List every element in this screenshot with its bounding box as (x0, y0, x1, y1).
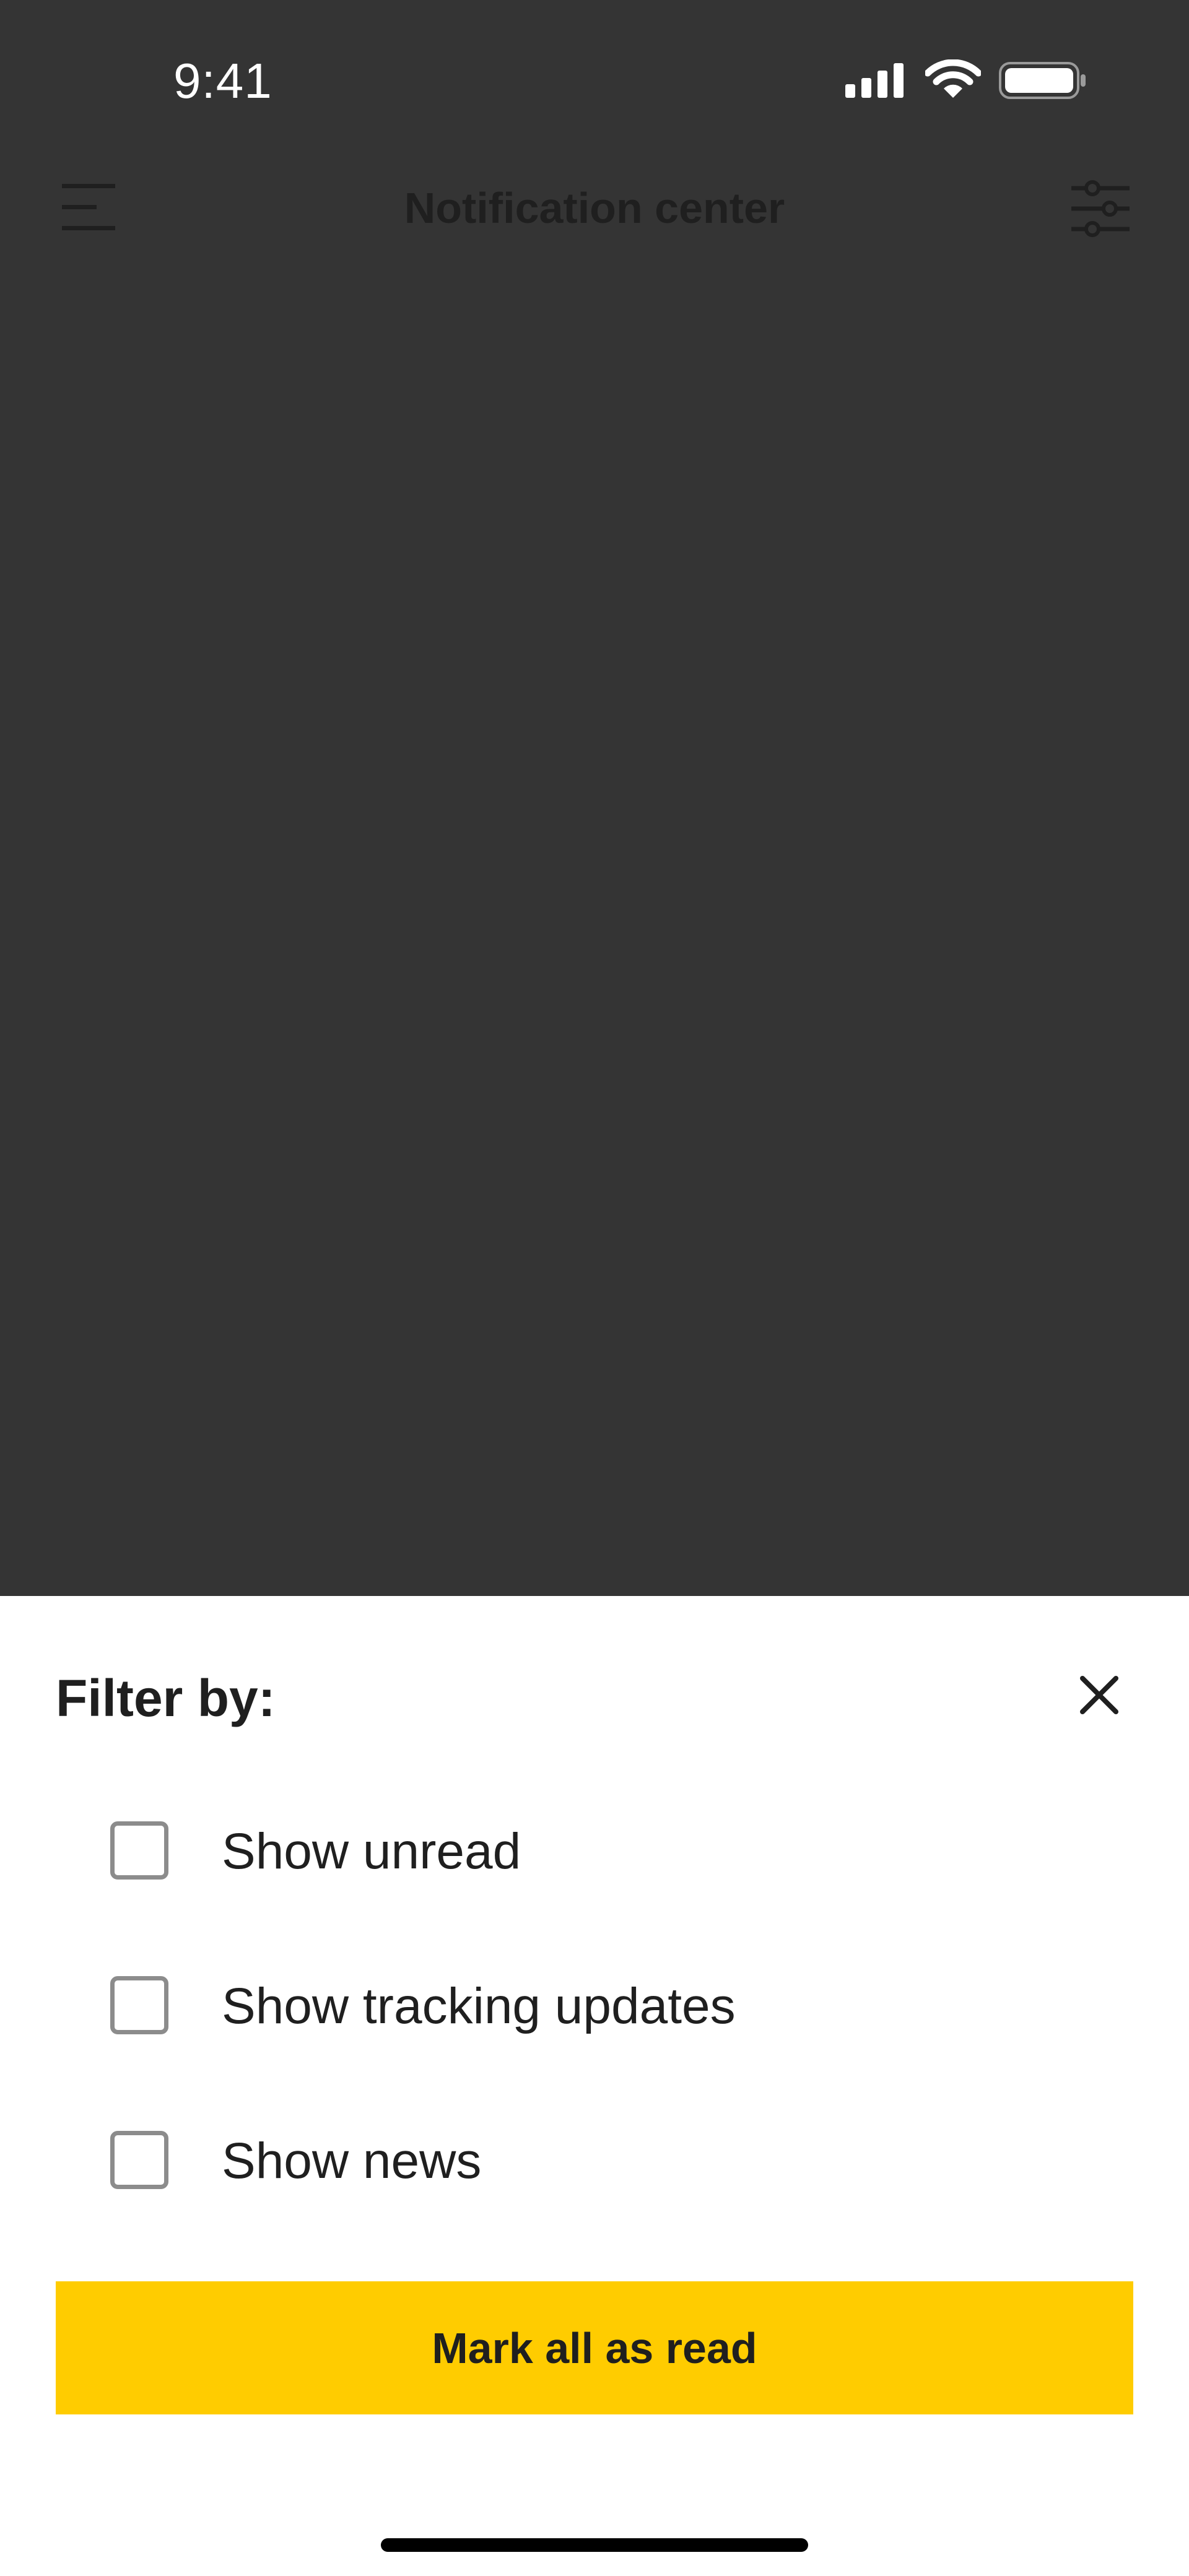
show-unread-checkbox[interactable] (110, 1821, 168, 1880)
filter-option-tracking-updates[interactable]: Show tracking updates (110, 1976, 977, 2044)
option-label: Show tracking updates (222, 1978, 736, 2034)
sliders-filter-icon[interactable] (1071, 180, 1130, 238)
wifi-icon (925, 59, 981, 98)
status-time: 9:41 (173, 53, 272, 108)
page-title: Notification center (404, 184, 785, 232)
close-icon[interactable] (1078, 1673, 1121, 1717)
cellular-signal-icon (845, 63, 904, 98)
option-label: Show news (222, 2133, 482, 2189)
filter-option-unread[interactable]: Show unread (110, 1821, 977, 1889)
home-indicator (381, 2538, 808, 2552)
filter-sheet-title: Filter by: (56, 1669, 276, 1727)
show-news-checkbox[interactable] (110, 2131, 168, 2189)
mark-all-as-read-button[interactable]: Mark all as read (56, 2281, 1133, 2414)
show-tracking-updates-checkbox[interactable] (110, 1976, 168, 2034)
filter-option-news[interactable]: Show news (110, 2131, 977, 2199)
battery-icon (999, 62, 1086, 99)
status-bar: 9:41 (0, 0, 1189, 142)
filter-bottom-sheet (0, 1596, 1189, 2576)
option-label: Show unread (222, 1823, 521, 1880)
